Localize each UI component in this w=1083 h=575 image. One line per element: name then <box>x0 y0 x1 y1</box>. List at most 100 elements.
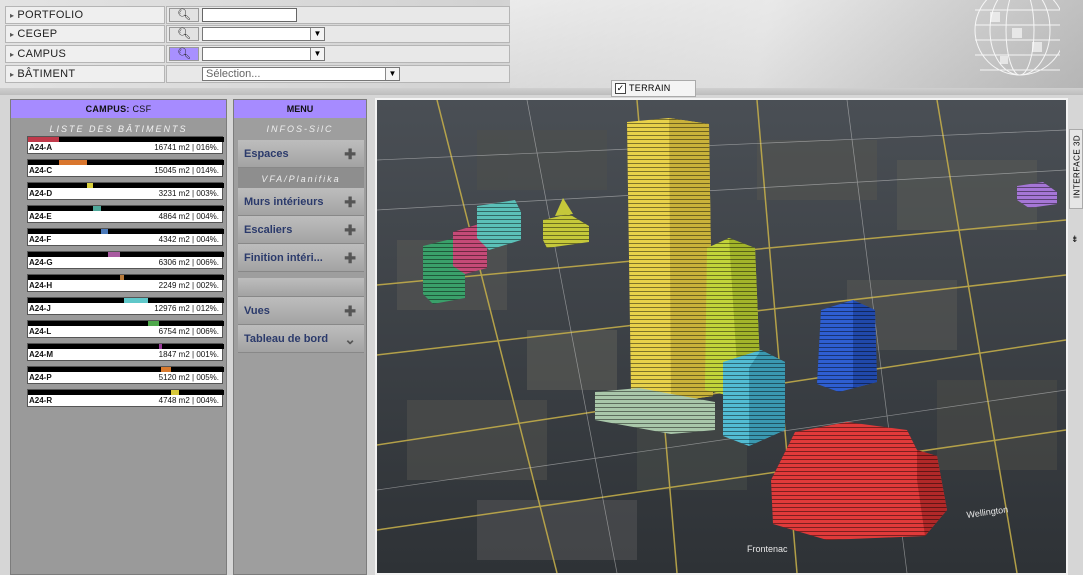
batiment-label: ▸ BÂTIMENT <box>5 65 165 83</box>
building-row[interactable]: A24-E 4864 m2 | 004%. <box>27 205 224 223</box>
menu-item-label: Tableau de bord <box>244 333 329 345</box>
building-code: A24-G <box>29 258 53 267</box>
cegep-label-text: CEGEP <box>17 28 58 40</box>
building-list-title: LISTE DES BÂTIMENTS <box>49 124 188 134</box>
building-share-marker <box>120 275 125 280</box>
building-code: A24-P <box>29 373 52 382</box>
globe-logo-icon <box>974 0 1060 76</box>
building-blue[interactable] <box>817 300 877 392</box>
campus-panel-header: CAMPUS: CSF <box>11 100 226 118</box>
building-share-marker <box>59 160 87 165</box>
building-code: A24-R <box>29 396 53 405</box>
portfolio-search-input[interactable] <box>202 8 297 22</box>
cegep-controls: 🔍︎ ▼ <box>166 25 510 43</box>
portfolio-search-button[interactable]: 🔍︎ <box>169 8 199 22</box>
app-root: ▸ PORTFOLIO 🔍︎ ▸ CEGEP 🔍︎ ▼ ▸ CAMPUS 🔍︎ ▼ ▸… <box>0 0 1083 575</box>
interface-3d-tab[interactable]: INTERFACE 3D <box>1069 129 1083 209</box>
menu-item-vues[interactable]: Vues ✚ <box>238 297 364 325</box>
campus-search-button[interactable]: 🔍︎ <box>169 47 199 61</box>
building-area-info: 3231 m2 | 003%. <box>158 189 219 198</box>
building-row[interactable]: A24-D 3231 m2 | 003%. <box>27 182 224 200</box>
chevron-down-icon: ▼ <box>310 48 324 60</box>
portfolio-label: ▸ PORTFOLIO <box>5 6 165 24</box>
filter-row-campus: ▸ CAMPUS 🔍︎ ▼ <box>5 45 510 63</box>
3d-scene[interactable]: Frontenac Wellington <box>377 100 1066 573</box>
building-row[interactable]: A24-C 15045 m2 | 014%. <box>27 159 224 177</box>
building-row[interactable]: A24-J 12976 m2 | 012%. <box>27 297 224 315</box>
menu-item-espaces[interactable]: Espaces ✚ <box>238 140 364 168</box>
building-row[interactable]: A24-F 4342 m2 | 004%. <box>27 228 224 246</box>
header: ▸ PORTFOLIO 🔍︎ ▸ CEGEP 🔍︎ ▼ ▸ CAMPUS 🔍︎ ▼ ▸… <box>0 0 1083 95</box>
building-area-info: 2249 m2 | 002%. <box>158 281 219 290</box>
menu-item-label: Escaliers <box>244 224 293 236</box>
bullet-arrow-icon: ▸ <box>10 70 15 79</box>
terrain-toggle[interactable]: ✓ TERRAIN <box>611 80 696 97</box>
terrain-label: TERRAIN <box>629 83 671 93</box>
street-label-frontenac: Frontenac <box>747 544 788 554</box>
campus-label-text: CAMPUS <box>17 48 67 60</box>
building-area-info: 6306 m2 | 006%. <box>158 258 219 267</box>
filter-row-cegep: ▸ CEGEP 🔍︎ ▼ <box>5 25 510 43</box>
building-area-info: 5120 m2 | 005%. <box>158 373 219 382</box>
cegep-select[interactable]: ▼ <box>202 27 325 41</box>
menu-item-escaliers[interactable]: Escaliers ✚ <box>238 216 364 244</box>
header-bottom-band <box>0 88 1083 95</box>
double-chevron-down-icon: ⌄ <box>344 331 356 347</box>
menu-item-finition[interactable]: Finition intéri... ✚ <box>238 244 364 272</box>
building-code: A24-E <box>29 212 52 221</box>
building-row[interactable]: A24-M 1847 m2 | 001%. <box>27 343 224 361</box>
building-area-info: 16741 m2 | 016%. <box>154 143 219 152</box>
building-code: A24-A <box>29 143 53 152</box>
batiment-controls: Sélection... ▼ <box>166 65 510 83</box>
plus-icon: ✚ <box>344 250 356 266</box>
menu-item-label: Finition intéri... <box>244 252 323 264</box>
campus-controls: 🔍︎ ▼ <box>166 45 510 63</box>
menu-panel: MENU INFOS-SilC Espaces ✚ VFA/Planifika M… <box>233 99 367 575</box>
cegep-search-button[interactable]: 🔍︎ <box>169 27 199 41</box>
building-share-marker <box>124 298 148 303</box>
interface-3d-label: INTERFACE 3D <box>1072 134 1082 199</box>
bullet-arrow-icon: ▸ <box>10 50 15 59</box>
building-row[interactable]: A24-R 4748 m2 | 004%. <box>27 389 224 407</box>
menu-item-label: Espaces <box>244 148 289 160</box>
menu-section-vfa: VFA/Planifika <box>238 168 364 188</box>
building-area-info: 12976 m2 | 012%. <box>154 304 219 313</box>
building-row[interactable]: A24-H 2249 m2 | 002%. <box>27 274 224 292</box>
menu-item-label: Murs intérieurs <box>244 196 324 208</box>
chevron-down-icon: ▼ <box>385 68 399 80</box>
building-area-info: 4748 m2 | 004%. <box>158 396 219 405</box>
building-cyan[interactable] <box>723 350 785 446</box>
building-tower-yellow[interactable] <box>627 118 713 402</box>
chevron-down-icon: ▼ <box>310 28 324 40</box>
search-icon: 🔍︎ <box>177 28 191 40</box>
filter-row-batiment: ▸ BÂTIMENT Sélection... ▼ <box>5 65 510 83</box>
building-share-marker <box>147 321 160 326</box>
building-row[interactable]: A24-G 6306 m2 | 006%. <box>27 251 224 269</box>
filter-row-portfolio: ▸ PORTFOLIO 🔍︎ <box>5 6 510 24</box>
campus-header-value: CSF <box>132 104 152 114</box>
menu-item-tableau[interactable]: Tableau de bord ⌄ <box>238 325 364 353</box>
batiment-select-value: Sélection... <box>206 68 261 80</box>
building-row[interactable]: A24-P 5120 m2 | 005%. <box>27 366 224 384</box>
plus-icon: ✚ <box>344 222 356 238</box>
building-row[interactable]: A24-L 6754 m2 | 006%. <box>27 320 224 338</box>
menu-header: MENU <box>234 100 366 118</box>
building-code: A24-C <box>29 166 53 175</box>
campus-label: ▸ CAMPUS <box>5 45 165 63</box>
batiment-select[interactable]: Sélection... ▼ <box>202 67 400 81</box>
3d-view[interactable]: Frontenac Wellington <box>375 98 1068 575</box>
collapse-arrow-icon[interactable]: ⇟ <box>1071 234 1079 245</box>
search-icon: 🔍︎ <box>177 48 191 60</box>
building-share-marker <box>92 206 101 211</box>
terrain-checkbox[interactable]: ✓ <box>615 83 626 95</box>
campus-panel: CAMPUS: CSF LISTE DES BÂTIMENTS A24-A 167… <box>10 99 227 575</box>
menu-item-murs[interactable]: Murs intérieurs ✚ <box>238 188 364 216</box>
building-row[interactable]: A24-A 16741 m2 | 016%. <box>27 136 224 154</box>
building-code: A24-D <box>29 189 53 198</box>
cegep-label: ▸ CEGEP <box>5 25 165 43</box>
portfolio-label-text: PORTFOLIO <box>17 9 84 21</box>
building-code: A24-F <box>29 235 52 244</box>
campus-select[interactable]: ▼ <box>202 47 325 61</box>
bullet-arrow-icon: ▸ <box>10 11 15 20</box>
building-code: A24-J <box>29 304 51 313</box>
